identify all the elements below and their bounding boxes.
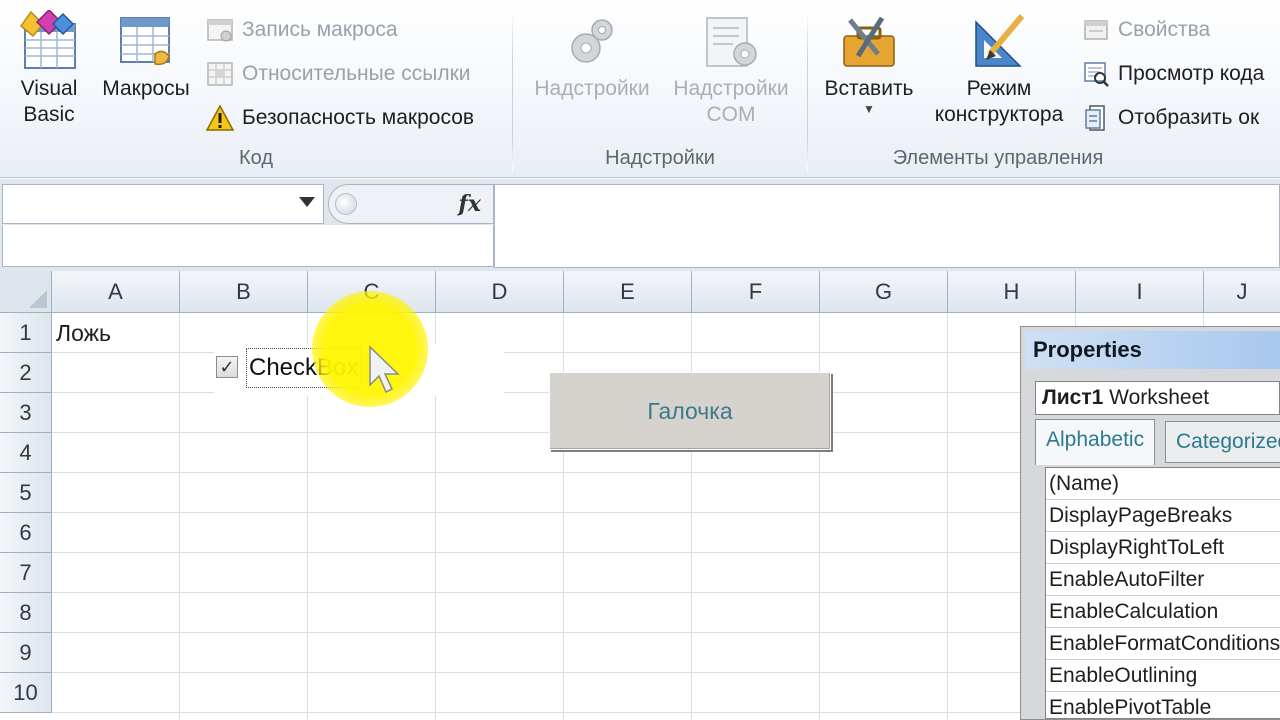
galochka-command-button[interactable]: Галочка <box>549 372 831 450</box>
property-row[interactable]: EnablePivotTable <box>1046 692 1280 720</box>
object-selector[interactable]: Лист1 Worksheet <box>1035 381 1280 415</box>
properties-title[interactable]: Properties <box>1025 331 1280 369</box>
dropdown-arrow-icon: ▼ <box>863 102 875 116</box>
row-header-8[interactable]: 8 <box>0 593 52 633</box>
tab-alphabetic[interactable]: Alphabetic <box>1035 419 1156 465</box>
run-dialog-label: Отобразить ок <box>1118 106 1260 129</box>
design-mode-label-line1: Режим <box>966 77 1032 100</box>
properties-window: Properties Лист1 Worksheet Alphabetic Ca… <box>1020 326 1280 720</box>
ribbon: Visual Basic Макросы Запись макроса Отно… <box>0 0 1280 178</box>
macros-icon <box>120 17 170 66</box>
addins-button[interactable]: Надстройки <box>527 14 657 102</box>
object-type: Worksheet <box>1109 386 1210 409</box>
visual-basic-label: Visual Basic <box>20 77 78 126</box>
macros-button[interactable]: Макросы <box>96 10 196 102</box>
row-header-4[interactable]: 4 <box>0 433 52 473</box>
column-header-e[interactable]: E <box>564 271 692 313</box>
addins-group: Надстройки Надстройки COM Надстройки <box>513 0 807 178</box>
grid-line <box>947 313 948 720</box>
row-header-7[interactable]: 7 <box>0 553 52 593</box>
resize-knob-icon[interactable] <box>335 193 357 215</box>
record-macro-button[interactable]: Запись макроса <box>206 15 398 45</box>
formula-buttons: fx <box>328 184 494 224</box>
name-box-expanded-area <box>2 225 494 267</box>
com-addins-button[interactable]: Надстройки COM <box>663 14 799 128</box>
code-group-label: Код <box>238 147 273 169</box>
row-header-2[interactable]: 2 <box>0 353 52 393</box>
macro-security-label: Безопасность макросов <box>242 106 475 129</box>
property-list[interactable]: (Name) DisplayPageBreaks DisplayRightToL… <box>1045 467 1280 719</box>
column-header-a[interactable]: A <box>52 271 180 313</box>
property-row[interactable]: DisplayPageBreaks <box>1046 500 1280 532</box>
property-row[interactable]: (Name) <box>1046 468 1280 500</box>
column-header-i[interactable]: I <box>1076 271 1204 313</box>
view-code-button[interactable]: Просмотр кода <box>1082 59 1264 89</box>
tab-categorized[interactable]: Categorized <box>1165 421 1280 463</box>
code-group: Visual Basic Макросы Запись макроса Отно… <box>0 0 512 178</box>
insert-control-label: Вставить <box>824 77 914 100</box>
object-name: Лист1 <box>1042 386 1104 409</box>
relative-references-button[interactable]: Относительные ссылки <box>206 59 471 89</box>
row-header-9[interactable]: 9 <box>0 633 52 673</box>
run-dialog-icon <box>1085 105 1105 131</box>
grid-line <box>179 313 180 720</box>
toolbox-icon <box>843 16 895 67</box>
visual-basic-icon <box>19 10 76 69</box>
row-header-5[interactable]: 5 <box>0 473 52 513</box>
property-row[interactable]: EnableAutoFilter <box>1046 564 1280 596</box>
design-mode-label-line2: конструктора <box>934 103 1064 126</box>
view-code-icon <box>1084 62 1109 87</box>
properties-button[interactable]: Свойства <box>1082 15 1210 45</box>
visual-basic-button[interactable]: Visual Basic <box>10 10 88 128</box>
checkbox-check-icon[interactable]: ✓ <box>216 356 238 378</box>
run-dialog-button[interactable]: Отобразить ок <box>1082 103 1259 133</box>
property-row[interactable]: DisplayRightToLeft <box>1046 532 1280 564</box>
properties-label: Свойства <box>1118 18 1211 41</box>
select-all-button[interactable] <box>0 271 52 313</box>
relative-references-label: Относительные ссылки <box>242 62 471 85</box>
relative-references-icon <box>207 62 233 86</box>
cell-a1[interactable]: Ложь <box>56 320 111 347</box>
formula-bar: fx <box>0 179 1280 271</box>
gears-icon <box>571 19 613 63</box>
row-header-3[interactable]: 3 <box>0 393 52 433</box>
row-header-6[interactable]: 6 <box>0 513 52 553</box>
row-header-10[interactable]: 10 <box>0 673 52 713</box>
property-row[interactable]: EnableFormatConditions <box>1046 628 1280 660</box>
record-macro-icon <box>207 19 233 42</box>
view-code-label: Просмотр кода <box>1118 62 1265 85</box>
warning-icon <box>206 104 234 131</box>
com-addins-label-line2: COM <box>706 103 756 126</box>
formula-input[interactable] <box>494 184 1280 268</box>
controls-group-label: Элементы управления <box>892 147 1104 169</box>
name-box-dropdown-icon[interactable] <box>299 197 315 207</box>
com-addins-icon <box>706 17 757 67</box>
macro-security-button[interactable]: Безопасность макросов <box>206 103 474 133</box>
properties-icon <box>1084 20 1108 40</box>
record-macro-label: Запись макроса <box>242 18 398 41</box>
column-header-f[interactable]: F <box>692 271 820 313</box>
insert-function-icon[interactable]: fx <box>458 191 481 217</box>
design-mode-icon <box>975 14 1025 67</box>
macros-label: Макросы <box>102 77 190 100</box>
column-header-d[interactable]: D <box>436 271 564 313</box>
insert-control-button[interactable]: Вставить ▼ <box>816 10 922 116</box>
column-header-g[interactable]: G <box>820 271 948 313</box>
column-header-j[interactable]: J <box>1204 271 1280 313</box>
property-row[interactable]: EnableOutlining <box>1046 660 1280 692</box>
addins-group-label: Надстройки <box>605 147 715 169</box>
mouse-pointer-icon <box>369 345 400 394</box>
design-mode-button[interactable]: Режим конструктора <box>924 10 1074 128</box>
com-addins-label-line1: Надстройки <box>673 77 789 100</box>
column-header-b[interactable]: B <box>180 271 308 313</box>
row-header-1[interactable]: 1 <box>0 313 52 353</box>
controls-group: Вставить ▼ Режим конструктора Свойства П… <box>808 0 1280 178</box>
name-box[interactable] <box>2 184 324 224</box>
addins-label: Надстройки <box>534 77 650 100</box>
column-header-h[interactable]: H <box>948 271 1076 313</box>
property-row[interactable]: EnableCalculation <box>1046 596 1280 628</box>
